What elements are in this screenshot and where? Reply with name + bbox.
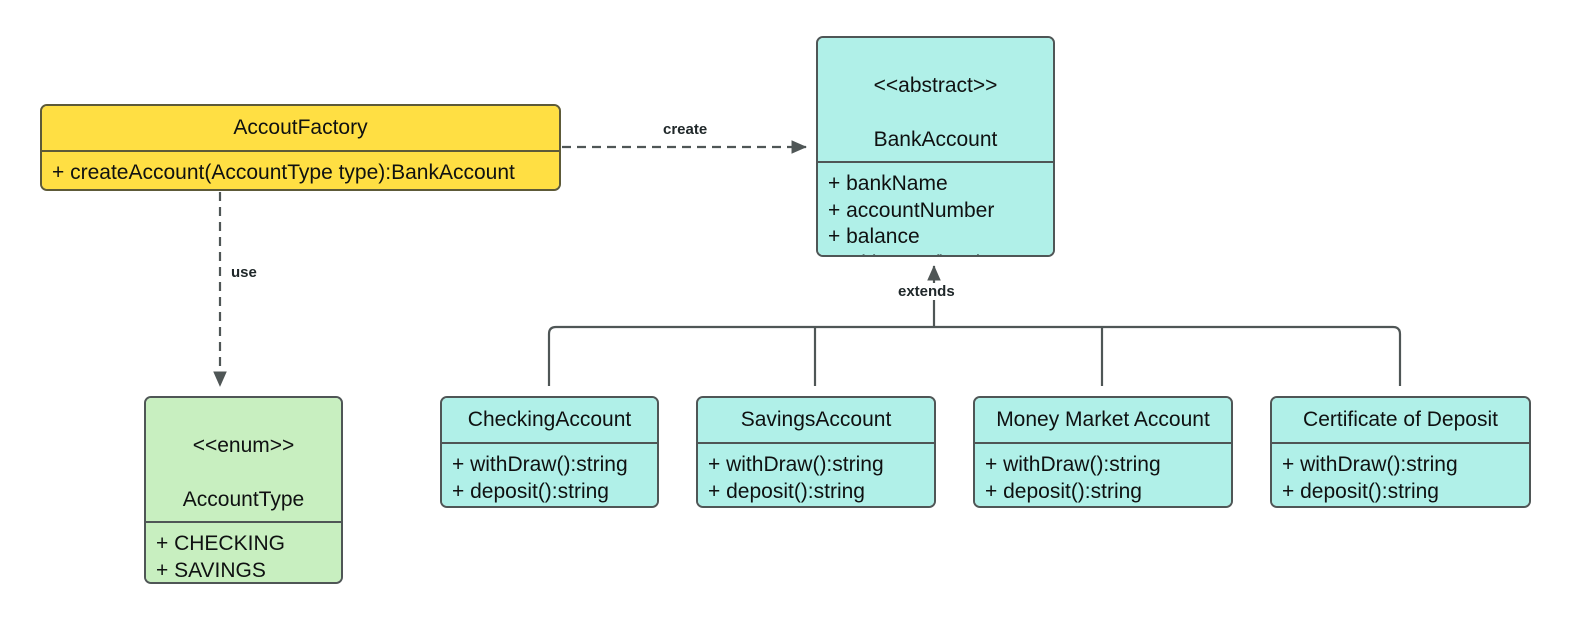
class-member: + deposit():string [985, 479, 1142, 503]
uml-class-diagram-canvas: create use extends AccoutFactory + creat… [0, 0, 1585, 632]
class-box-account-type[interactable]: <<enum>> AccountType + CHECKING + SAVING… [144, 396, 343, 584]
class-box-bank-account[interactable]: <<abstract>> BankAccount + bankName + ac… [816, 36, 1055, 257]
class-members-accout-factory: + createAccount(AccountType type):BankAc… [42, 152, 559, 189]
class-stereotype-enum: <<enum>> [192, 434, 295, 457]
edge-extends [547, 265, 1402, 386]
class-title-account-type: <<enum>> AccountType [146, 398, 341, 521]
class-member: + withDraw():string [818, 251, 1053, 256]
class-member: + accountNumber [828, 198, 995, 222]
edge-label-use: use [228, 264, 260, 281]
class-members-certificate-of-deposit: + withDraw():string + deposit():string [1272, 444, 1529, 506]
class-box-accout-factory[interactable]: AccoutFactory + createAccount(AccountTyp… [40, 104, 561, 191]
class-member: + deposit():string [452, 479, 609, 503]
class-members-account-type: + CHECKING + SAVINGS + MONEY + CERTIFICA… [146, 523, 341, 582]
class-member: + CHECKING [156, 532, 285, 555]
class-member: + balance [828, 225, 920, 248]
class-members-money-market-account: + withDraw():string + deposit():string [975, 444, 1231, 506]
class-members-checking-account: + withDraw():string + deposit():string [442, 444, 657, 506]
class-name-bank-account: BankAccount [873, 128, 998, 151]
class-box-certificate-of-deposit[interactable]: Certificate of Deposit + withDraw():stri… [1270, 396, 1531, 508]
class-member: + deposit():string [708, 479, 865, 503]
class-title-savings-account: SavingsAccount [698, 398, 934, 442]
class-name-account-type: AccountType [182, 488, 305, 511]
edge-label-extends: extends [895, 283, 958, 300]
class-box-savings-account[interactable]: SavingsAccount + withDraw():string + dep… [696, 396, 936, 508]
class-box-checking-account[interactable]: CheckingAccount + withDraw():string + de… [440, 396, 659, 508]
class-title-checking-account: CheckingAccount [442, 398, 657, 442]
class-member: + withDraw():string [452, 453, 628, 476]
class-member: + deposit():string [1282, 479, 1439, 503]
class-title-accout-factory: AccoutFactory [42, 106, 559, 150]
class-stereotype-abstract: <<abstract>> [873, 74, 998, 97]
class-title-bank-account: <<abstract>> BankAccount [818, 38, 1053, 161]
class-member: + withDraw():string [1282, 453, 1458, 476]
class-member: + createAccount(AccountType type):BankAc… [52, 161, 515, 184]
class-members-bank-account: + bankName + accountNumber + balance + w… [818, 163, 1053, 256]
class-member: + withDraw():string [985, 453, 1161, 476]
class-title-certificate-of-deposit: Certificate of Deposit [1272, 398, 1529, 442]
edge-label-create: create [660, 121, 711, 138]
class-title-money-market-account: Money Market Account [975, 398, 1231, 442]
class-member: + SAVINGS [156, 558, 266, 582]
class-members-savings-account: + withDraw():string + deposit():string [698, 444, 934, 506]
class-member: + bankName [828, 172, 948, 195]
class-member: + withDraw():string [708, 453, 884, 476]
class-box-money-market-account[interactable]: Money Market Account + withDraw():string… [973, 396, 1233, 508]
